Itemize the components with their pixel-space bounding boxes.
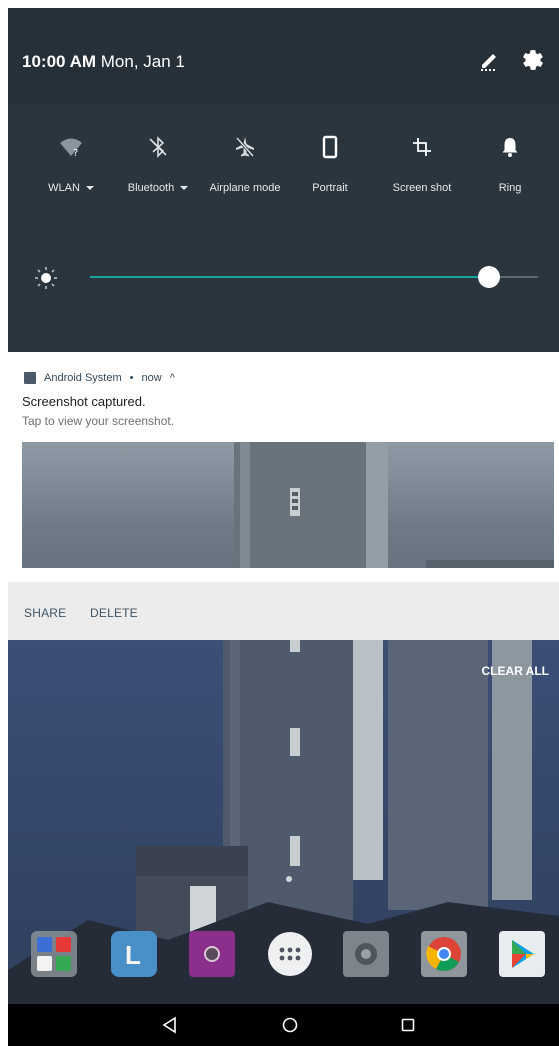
brightness-thumb[interactable] xyxy=(478,266,500,288)
tile-ring[interactable]: Ring xyxy=(465,134,555,194)
datetime: 10:00 AM Mon, Jan 1 xyxy=(22,52,185,72)
tile-portrait[interactable]: Portrait xyxy=(285,134,375,194)
chevron-down-icon[interactable] xyxy=(180,186,189,190)
brightness-slider[interactable] xyxy=(30,262,542,292)
screenshot-preview[interactable] xyxy=(22,442,554,568)
quick-settings-tiles: ? WLAN Bluetooth Airplane mode Portrait … xyxy=(8,134,559,214)
notification-actions: SHARE DELETE xyxy=(8,582,559,640)
recents-icon[interactable] xyxy=(398,1015,418,1035)
dock: L xyxy=(8,930,559,990)
bell-icon xyxy=(497,134,523,160)
delete-button[interactable]: DELETE xyxy=(90,606,138,620)
portrait-icon xyxy=(317,134,343,160)
tile-label: Airplane mode xyxy=(209,182,281,194)
header-actions xyxy=(477,48,545,72)
wifi-unknown-icon: ? xyxy=(58,134,84,160)
home-screen: CLEAR ALL L xyxy=(8,640,559,1046)
tile-label: Bluetooth xyxy=(127,182,175,194)
image-icon xyxy=(24,372,36,384)
notification-time: now xyxy=(141,372,162,384)
gear-icon[interactable] xyxy=(521,48,545,72)
notification-card[interactable]: Android System • now ^ Screenshot captur… xyxy=(8,352,559,582)
notification-app-name: Android System xyxy=(44,372,122,384)
notification-text: Tap to view your screenshot. xyxy=(22,414,175,428)
tile-label: Portrait xyxy=(312,182,348,194)
launcher-l-icon[interactable]: L xyxy=(110,930,158,978)
quick-settings-header: 10:00 AM Mon, Jan 1 xyxy=(8,8,559,104)
screen: 10:00 AM Mon, Jan 1 ? WLAN Bluetooth Air… xyxy=(8,8,559,1046)
app-drawer-icon[interactable] xyxy=(266,930,314,978)
notification-header: Android System • now ^ xyxy=(24,372,175,384)
tile-screen-shot[interactable]: Screen shot xyxy=(377,134,467,194)
separator: • xyxy=(129,372,134,384)
tile-bluetooth[interactable]: Bluetooth xyxy=(113,134,203,194)
date: Mon, Jan 1 xyxy=(100,52,185,71)
tile-airplane-mode[interactable]: Airplane mode xyxy=(200,134,290,194)
clock: 10:00 AM xyxy=(22,52,97,71)
brightness-icon xyxy=(34,266,58,290)
chevron-down-icon[interactable] xyxy=(85,186,94,190)
crop-icon xyxy=(409,134,435,160)
back-icon[interactable] xyxy=(160,1015,180,1035)
tile-label: WLAN xyxy=(48,182,80,194)
clear-all-button[interactable]: CLEAR ALL xyxy=(481,664,549,678)
tile-wlan[interactable]: ? WLAN xyxy=(26,134,116,194)
edit-icon[interactable] xyxy=(477,48,501,72)
brightness-track-filled xyxy=(90,276,488,278)
page-indicator xyxy=(286,876,292,882)
bluetooth-off-icon xyxy=(145,134,171,160)
svg-text:?: ? xyxy=(73,148,78,159)
chrome-icon[interactable] xyxy=(420,930,468,978)
svg-text:L: L xyxy=(125,940,141,970)
quick-settings-panel: 10:00 AM Mon, Jan 1 ? WLAN Bluetooth Air… xyxy=(8,8,559,352)
share-button[interactable]: SHARE xyxy=(24,606,66,620)
tile-label: Screen shot xyxy=(392,182,452,194)
notification-title: Screenshot captured. xyxy=(22,394,146,409)
chevron-up-icon[interactable]: ^ xyxy=(170,372,175,384)
settings-app-icon[interactable] xyxy=(342,930,390,978)
airplane-off-icon xyxy=(232,134,258,160)
home-icon[interactable] xyxy=(280,1015,300,1035)
tile-label: Ring xyxy=(498,182,522,194)
camera-app-icon[interactable] xyxy=(188,930,236,978)
folder-google-apps-icon[interactable] xyxy=(30,930,78,978)
navigation-bar xyxy=(8,1004,559,1046)
play-store-icon[interactable] xyxy=(498,930,546,978)
